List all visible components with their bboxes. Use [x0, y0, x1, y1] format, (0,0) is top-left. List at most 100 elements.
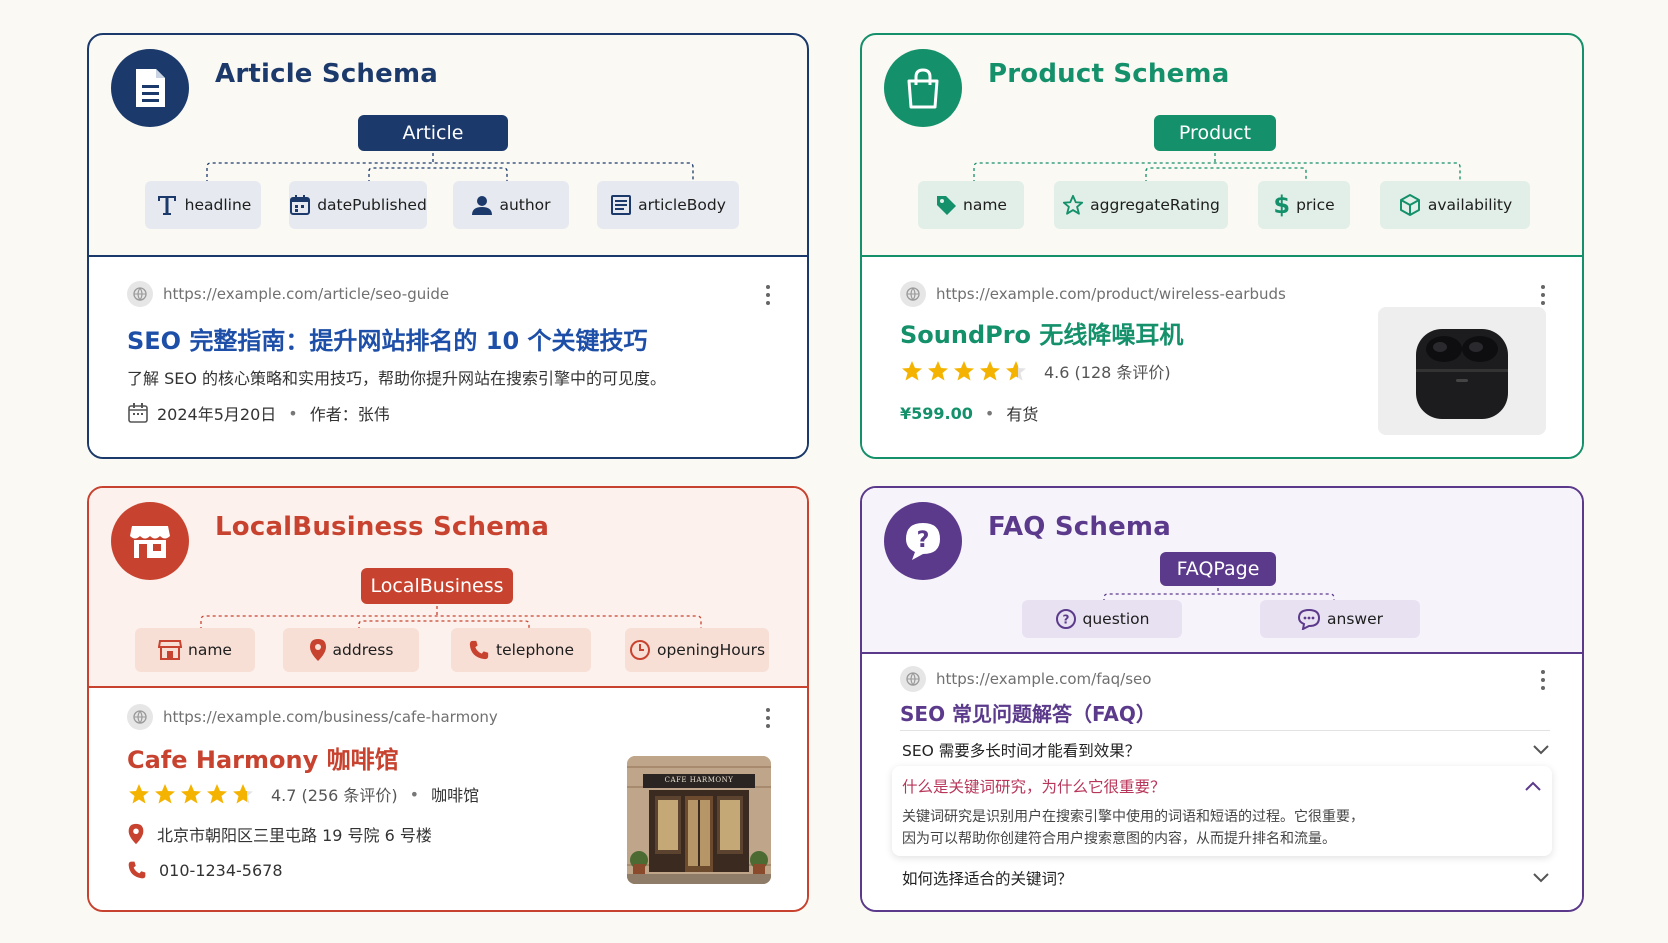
- location-pin-icon: [128, 823, 144, 845]
- globe-icon: [900, 666, 926, 692]
- store-icon: [158, 640, 183, 660]
- chip-label: datePublished: [317, 196, 427, 214]
- globe-icon: [127, 704, 153, 730]
- chip-aggregaterating: aggregateRating: [1054, 181, 1228, 229]
- result-url[interactable]: https://example.com/faq/seo: [900, 666, 1151, 692]
- faq-question: SEO 需要多长时间才能看到效果？: [902, 742, 1141, 760]
- more-options-icon[interactable]: [1540, 670, 1546, 694]
- chip-headline: headline: [145, 181, 261, 229]
- faq-diagram: ? FAQ Schema FAQPage ? question answer: [862, 488, 1582, 652]
- chip-availability: availability: [1380, 181, 1530, 229]
- localbusiness-search-result: https://example.com/business/cafe-harmon…: [89, 686, 807, 910]
- chip-question: ? question: [1022, 600, 1182, 638]
- box-icon: [1399, 194, 1420, 216]
- location-pin-icon: [309, 639, 326, 661]
- faq-item-collapsed[interactable]: 如何选择适合的关键词？: [902, 860, 1550, 896]
- faq-answer-line: 因为可以帮助你创建符合用户搜索意图的内容，从而提升排名和流量。: [902, 831, 1336, 847]
- chip-datepublished: datePublished: [289, 181, 427, 229]
- result-title[interactable]: SEO 常见问题解答（FAQ）: [900, 698, 1156, 727]
- chip-price: $ price: [1258, 181, 1350, 229]
- chip-label: name: [188, 641, 232, 659]
- divider: [900, 730, 1550, 731]
- localbusiness-schema-card: LocalBusiness Schema LocalBusiness name …: [87, 486, 809, 912]
- globe-icon: [127, 281, 153, 307]
- more-options-icon[interactable]: [765, 708, 771, 732]
- star-icon: [1006, 361, 1026, 381]
- chip-answer: answer: [1260, 600, 1420, 638]
- dollar-icon: $: [1273, 191, 1291, 219]
- star-icon: [181, 784, 201, 804]
- result-url[interactable]: https://example.com/business/cafe-harmon…: [127, 704, 498, 730]
- phone-icon: [469, 640, 489, 660]
- business-address: 北京市朝阳区三里屯路 19 号院 6 号楼: [157, 826, 432, 845]
- chevron-up-icon[interactable]: [1524, 780, 1542, 792]
- faq-schema-card: ? FAQ Schema FAQPage ? question answer h…: [860, 486, 1584, 912]
- author-name: 作者：张伟: [309, 405, 390, 424]
- star-rating: [127, 782, 255, 806]
- chip-label: aggregateRating: [1090, 196, 1220, 214]
- result-title[interactable]: SoundPro 无线降噪耳机: [900, 315, 1183, 350]
- clock-icon: [629, 640, 650, 660]
- chevron-down-icon[interactable]: [1532, 872, 1550, 884]
- chip-label: availability: [1427, 196, 1513, 214]
- chip-label: headline: [184, 196, 252, 214]
- calendar-icon: [128, 403, 148, 423]
- faq-item-collapsed[interactable]: SEO 需要多长时间才能看到效果？: [902, 732, 1550, 768]
- calendar-icon: [290, 195, 311, 215]
- cafe-storefront-image[interactable]: CAFE HARMONY: [627, 756, 771, 884]
- star-icon: [129, 784, 149, 804]
- product-diagram: Product Schema Product name aggregateRat…: [862, 35, 1582, 255]
- svg-text:?: ?: [1062, 613, 1069, 627]
- phone-icon: [128, 861, 146, 879]
- article-schema-card: Article Schema Article headline datePubl…: [87, 33, 809, 459]
- star-icon: [233, 784, 253, 804]
- star-icon: [155, 784, 175, 804]
- faq-item-expanded[interactable]: 什么是关键词研究，为什么它很重要？ 关键词研究是识别用户在搜索引擎中使用的词语和…: [892, 766, 1552, 856]
- price-value: ¥599.00: [900, 403, 973, 423]
- business-category: 咖啡馆: [431, 786, 480, 805]
- star-icon: [954, 361, 974, 381]
- chip-label: author: [499, 196, 551, 214]
- chevron-down-icon[interactable]: [1532, 744, 1550, 756]
- more-options-icon[interactable]: [765, 285, 771, 309]
- rating-text: 4.6 (128 条评价): [1044, 363, 1171, 382]
- star-icon: [928, 361, 948, 381]
- globe-icon: [900, 281, 926, 307]
- person-icon: [472, 196, 493, 215]
- star-icon: [980, 361, 1000, 381]
- chip-label: openingHours: [656, 641, 766, 659]
- chip-articlebody: articleBody: [597, 181, 739, 229]
- result-title[interactable]: Cafe Harmony 咖啡馆: [127, 740, 399, 775]
- result-url[interactable]: https://example.com/article/seo-guide: [127, 281, 449, 307]
- chip-label: telephone: [496, 641, 574, 659]
- faq-question: 如何选择适合的关键词？: [902, 870, 1073, 888]
- product-schema-card: Product Schema Product name aggregateRat…: [860, 33, 1584, 459]
- rating-row: 4.6 (128 条评价): [900, 359, 1171, 383]
- chip-name: name: [918, 181, 1024, 229]
- article-search-result: https://example.com/article/seo-guide SE…: [89, 255, 807, 457]
- faq-search-result: https://example.com/faq/seo SEO 常见问题解答（F…: [862, 652, 1582, 910]
- cafe-sign-text: CAFE HARMONY: [664, 776, 734, 784]
- more-options-icon[interactable]: [1540, 285, 1546, 309]
- chat-bubble-icon: [1297, 608, 1321, 630]
- tree-connectors: [200, 606, 702, 630]
- result-meta: 2024年5月20日 • 作者：张伟: [127, 401, 390, 425]
- faq-question: 什么是关键词研究，为什么它很重要？: [902, 778, 1166, 796]
- chip-telephone: telephone: [451, 628, 591, 672]
- star-icon: [207, 784, 227, 804]
- tree-connectors: [1103, 588, 1335, 602]
- phone-row: 010-1234-5678: [127, 860, 283, 880]
- question-circle-icon: ?: [1055, 609, 1076, 629]
- result-description: 了解 SEO 的核心策略和实用技巧，帮助你提升网站在搜索引擎中的可见度。: [127, 369, 667, 388]
- chip-label: question: [1082, 610, 1150, 628]
- business-phone[interactable]: 010-1234-5678: [159, 861, 283, 880]
- chip-label: price: [1296, 196, 1335, 214]
- result-url[interactable]: https://example.com/product/wireless-ear…: [900, 281, 1286, 307]
- tag-icon: [937, 196, 957, 215]
- text-lines-icon: [611, 195, 632, 215]
- stock-status: 有货: [1006, 405, 1039, 424]
- chip-label: address: [332, 641, 394, 659]
- result-title[interactable]: SEO 完整指南：提升网站排名的 10 个关键技巧: [127, 321, 648, 356]
- publish-date: 2024年5月20日: [157, 405, 277, 424]
- earbuds-product-image[interactable]: [1378, 307, 1546, 435]
